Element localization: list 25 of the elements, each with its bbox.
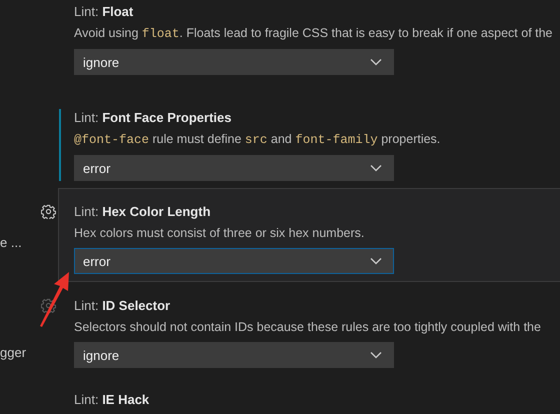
chevron-down-icon	[370, 257, 382, 265]
chevron-down-icon	[370, 58, 382, 66]
sidebar-item[interactable]: e ...	[0, 235, 22, 250]
setting-row[interactable]: Lint: Font Face Properties @font-face rule must define src and font-family properties. error	[38, 94, 560, 188]
dropdown[interactable]: ignore	[74, 342, 394, 368]
setting-description: Selectors should not contain IDs because these rules are too tightly coupled with the	[74, 319, 542, 335]
dropdown[interactable]: ignore	[74, 49, 394, 75]
sidebar-item[interactable]: gger	[0, 345, 26, 360]
dropdown[interactable]: error	[74, 248, 394, 274]
setting-description: Hex colors must consist of three or six hex numbers.	[74, 225, 366, 241]
setting-title: Lint: IE Hack	[74, 391, 150, 408]
setting-row[interactable]: Lint: Float Avoid using float. Floats lead to fragile CSS that is easy to break if one aspect of the ignore	[38, 0, 560, 94]
setting-title: Lint: Font Face Properties	[74, 109, 232, 126]
arrow-annotation	[38, 270, 72, 328]
chevron-down-icon	[370, 164, 382, 172]
setting-title: Lint: Hex Color Length	[74, 203, 212, 220]
setting-title: Lint: ID Selector	[74, 297, 172, 314]
setting-title: Lint: Float	[74, 3, 134, 20]
setting-row[interactable]: Lint: Hex Color Length Hex colors must consist of three or six hex numbers. error	[38, 188, 560, 282]
dropdown[interactable]: error	[74, 155, 394, 181]
setting-description: @font-face rule must define src and font-family properties.	[74, 131, 442, 148]
settings-icon[interactable]	[40, 204, 56, 219]
setting-description: Avoid using float. Floats lead to fragile CSS that is easy to break if one aspect of the	[74, 25, 554, 42]
chevron-down-icon	[370, 351, 382, 359]
setting-row[interactable]: Lint: IE Hack	[38, 376, 560, 414]
